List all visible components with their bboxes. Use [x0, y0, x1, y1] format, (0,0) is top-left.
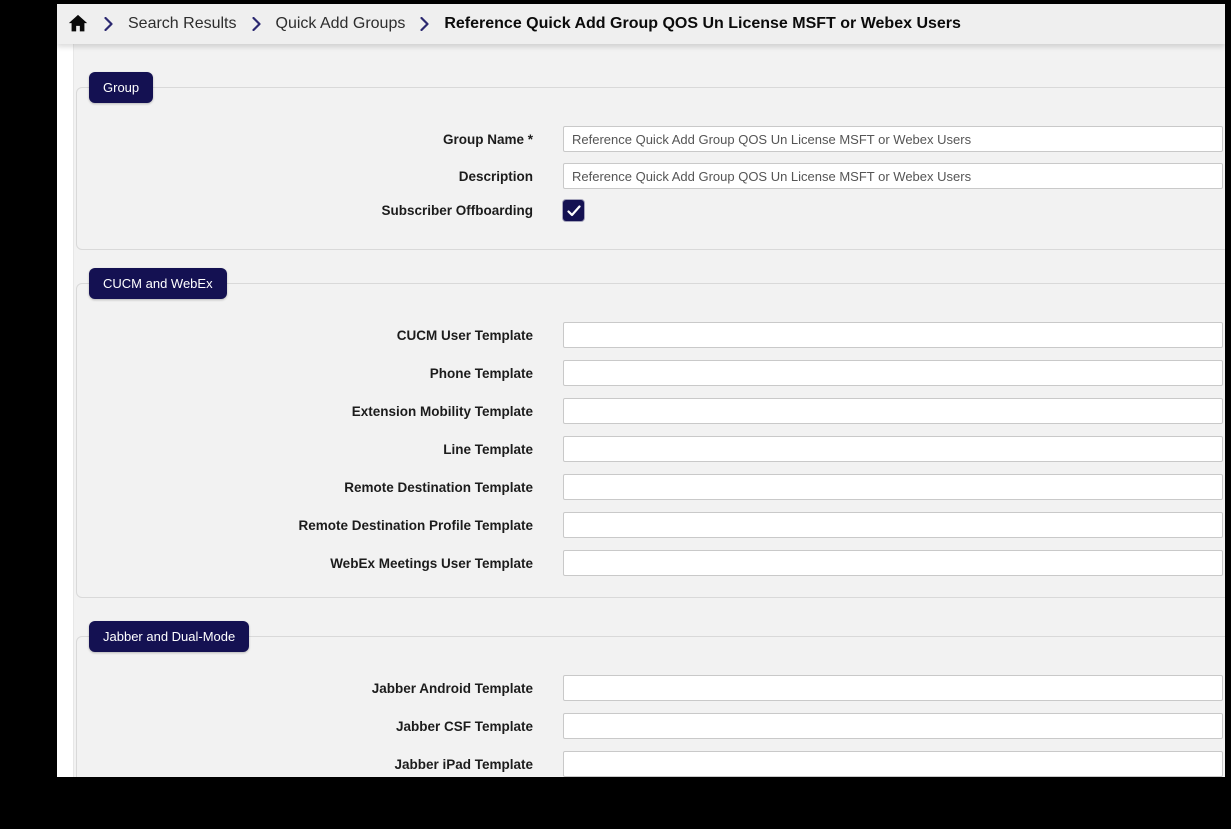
field-label: Line Template	[77, 442, 533, 457]
form-row: Remote Destination Profile Template	[77, 512, 1225, 538]
form-row: WebEx Meetings User Template	[77, 550, 1225, 576]
field-label: WebEx Meetings User Template	[77, 556, 533, 571]
form-row: Jabber Android Template	[77, 675, 1225, 701]
breadcrumb-item-current: Reference Quick Add Group QOS Un License…	[444, 15, 961, 33]
form-row: Phone Template	[77, 360, 1225, 386]
field-label: Phone Template	[77, 366, 533, 381]
section-legend: CUCM and WebEx	[89, 268, 227, 299]
field-label: Extension Mobility Template	[77, 404, 533, 419]
field-label: Jabber Android Template	[77, 681, 533, 696]
breadcrumb: Search Results Quick Add Groups Referenc…	[57, 4, 1225, 44]
field-label: Subscriber Offboarding	[77, 203, 533, 218]
form-row: Group Name *	[77, 126, 1225, 152]
form-row: Remote Destination Template	[77, 474, 1225, 500]
form-row: CUCM User Template	[77, 322, 1225, 348]
home-icon[interactable]	[67, 13, 89, 35]
text-input[interactable]	[563, 751, 1223, 777]
field-label: Remote Destination Profile Template	[77, 518, 533, 533]
field-label: Description	[77, 169, 533, 184]
breadcrumb-separator-icon	[252, 17, 261, 31]
text-input[interactable]	[563, 436, 1223, 462]
text-input[interactable]	[563, 398, 1223, 424]
checkbox[interactable]	[563, 200, 584, 221]
form-row: Line Template	[77, 436, 1225, 462]
text-input[interactable]	[563, 512, 1223, 538]
text-input[interactable]	[563, 360, 1223, 386]
app-window: Search Results Quick Add Groups Referenc…	[57, 4, 1225, 777]
form-section: Jabber and Dual-Mode Jabber Android Temp…	[76, 636, 1225, 777]
check-icon	[567, 205, 581, 217]
form-row: Jabber CSF Template	[77, 713, 1225, 739]
form-area: Group Group Name * Description Subscribe…	[74, 44, 1225, 777]
form-row: Extension Mobility Template	[77, 398, 1225, 424]
section-rows: Jabber Android Template Jabber CSF Templ…	[77, 637, 1225, 777]
field-label: Remote Destination Template	[77, 480, 533, 495]
section-legend: Group	[89, 72, 153, 103]
section-rows: Group Name * Description Subscriber Offb…	[77, 88, 1225, 221]
field-label: Jabber CSF Template	[77, 719, 533, 734]
form-section: Group Group Name * Description Subscribe…	[76, 87, 1225, 250]
page-body: Group Group Name * Description Subscribe…	[57, 44, 1225, 777]
breadcrumb-item[interactable]: Search Results	[128, 15, 237, 33]
section-legend: Jabber and Dual-Mode	[89, 621, 249, 652]
form-row: Description	[77, 163, 1225, 189]
text-input[interactable]	[563, 713, 1223, 739]
text-input[interactable]	[563, 126, 1223, 152]
text-input[interactable]	[563, 550, 1223, 576]
text-input[interactable]	[563, 322, 1223, 348]
form-row: Jabber iPad Template	[77, 751, 1225, 777]
breadcrumb-separator-icon	[420, 17, 429, 31]
form-row: Subscriber Offboarding	[77, 200, 1225, 221]
field-label: CUCM User Template	[77, 328, 533, 343]
field-label: Jabber iPad Template	[77, 757, 533, 772]
breadcrumb-separator-icon	[104, 17, 113, 31]
left-gutter	[57, 44, 74, 777]
section-rows: CUCM User Template Phone Template Extens…	[77, 284, 1225, 576]
breadcrumb-item[interactable]: Quick Add Groups	[276, 15, 406, 33]
text-input[interactable]	[563, 474, 1223, 500]
text-input[interactable]	[563, 675, 1223, 701]
text-input[interactable]	[563, 163, 1223, 189]
form-section: CUCM and WebEx CUCM User Template Phone …	[76, 283, 1225, 598]
field-label: Group Name *	[77, 132, 533, 147]
